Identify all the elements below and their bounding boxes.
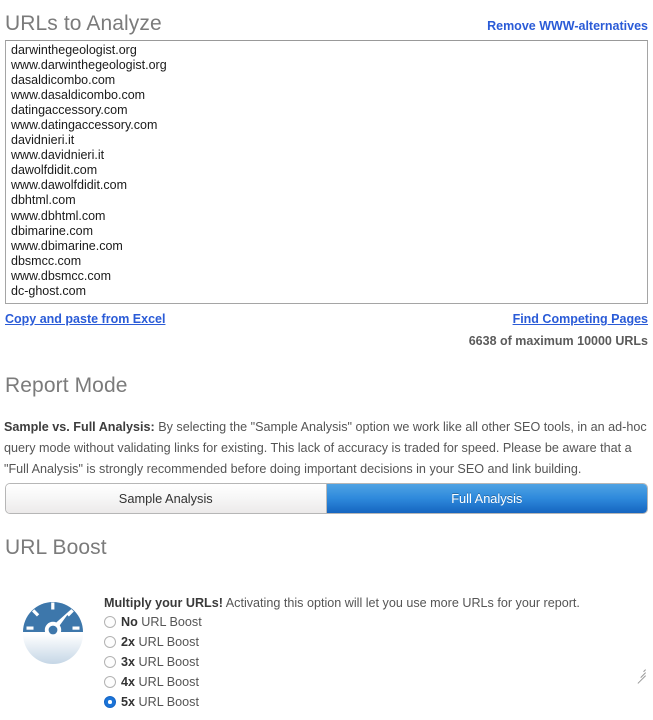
radio-option-label: 5x URL Boost bbox=[121, 695, 199, 709]
url-analysis-form: URLs to Analyze Remove WWW-alternatives … bbox=[0, 0, 653, 720]
full-analysis-button[interactable]: Full Analysis bbox=[326, 484, 647, 513]
radio-option-2x-boost[interactable]: 2x URL Boost bbox=[104, 632, 404, 652]
radio-option-label: 3x URL Boost bbox=[121, 655, 199, 669]
radio-icon bbox=[104, 616, 116, 628]
urls-textarea[interactable] bbox=[5, 40, 648, 304]
radio-option-5x-boost[interactable]: 5x URL Boost bbox=[104, 692, 404, 712]
url-boost-description: Multiply your URLs! Activating this opti… bbox=[104, 595, 649, 611]
radio-option-4x-boost[interactable]: 4x URL Boost bbox=[104, 672, 404, 692]
remove-www-alternatives-link[interactable]: Remove WWW-alternatives bbox=[487, 19, 648, 33]
urls-header-row: URLs to Analyze Remove WWW-alternatives bbox=[5, 13, 648, 34]
radio-option-label: 2x URL Boost bbox=[121, 635, 199, 649]
sample-analysis-button[interactable]: Sample Analysis bbox=[6, 484, 327, 513]
url-boost-title: URL Boost bbox=[5, 536, 107, 559]
report-mode-title: Report Mode bbox=[5, 374, 128, 397]
urls-section-title: URLs to Analyze bbox=[5, 12, 162, 35]
report-mode-toggle: Sample Analysis Full Analysis bbox=[5, 483, 648, 514]
url-boost-description-body: Activating this option will let you use … bbox=[222, 595, 580, 610]
radio-option-no-boost[interactable]: No URL Boost bbox=[104, 612, 404, 632]
radio-option-label: 4x URL Boost bbox=[121, 675, 199, 689]
radio-option-label: No URL Boost bbox=[121, 615, 202, 629]
report-mode-description: Sample vs. Full Analysis: By selecting t… bbox=[4, 417, 649, 480]
radio-option-3x-boost[interactable]: 3x URL Boost bbox=[104, 652, 404, 672]
urls-footer-links: Copy and paste from Excel Find Competing… bbox=[5, 312, 648, 326]
radio-icon bbox=[104, 636, 116, 648]
speedometer-icon bbox=[18, 588, 88, 678]
radio-icon bbox=[104, 656, 116, 668]
url-boost-description-lead: Multiply your URLs! bbox=[104, 595, 223, 610]
textarea-resize-handle[interactable] bbox=[635, 666, 646, 684]
report-mode-description-lead: Sample vs. Full Analysis: bbox=[4, 419, 155, 434]
radio-icon bbox=[104, 676, 116, 688]
url-boost-radio-group: No URL Boost 2x URL Boost 3x URL Boost 4… bbox=[104, 612, 404, 712]
radio-icon bbox=[104, 696, 116, 708]
find-competing-pages-link[interactable]: Find Competing Pages bbox=[513, 312, 648, 326]
copy-paste-from-excel-link[interactable]: Copy and paste from Excel bbox=[5, 312, 165, 326]
url-count-status: 6638 of maximum 10000 URLs bbox=[468, 334, 648, 348]
